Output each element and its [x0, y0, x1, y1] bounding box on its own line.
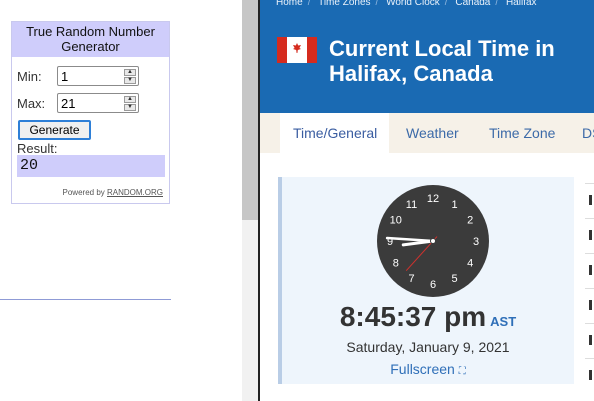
tab-weather[interactable]: Weather — [406, 113, 459, 153]
time-value: 8:45:37 pm — [339, 301, 487, 332]
analog-clock: 12 1234567891011 — [377, 185, 489, 297]
min-label: Min: — [17, 69, 42, 84]
clock-number: 7 — [408, 273, 414, 285]
result-value: 20 — [17, 155, 165, 177]
min-up-icon[interactable]: ▲ — [124, 69, 136, 76]
world-clock-panel: Home / Time Zones / World Clock / Canada / H… — [258, 0, 594, 401]
clock-number: 2 — [467, 215, 473, 227]
result-label: Result: — [17, 141, 58, 156]
list-item[interactable] — [585, 183, 594, 218]
digital-time: 8:45:37 pm AST — [282, 301, 574, 333]
max-spinner[interactable]: ▲ ▼ — [57, 93, 139, 113]
list-item[interactable] — [585, 288, 594, 323]
tab-time-zone[interactable]: Time Zone — [489, 113, 555, 153]
powered-by: Powered by RANDOM.ORG — [63, 188, 163, 197]
clock-number: 11 — [406, 199, 417, 211]
list-item[interactable] — [585, 218, 594, 253]
breadcrumb-time-zones[interactable]: Time Zones — [318, 0, 370, 8]
list-item[interactable] — [585, 323, 594, 358]
max-input[interactable] — [61, 95, 121, 111]
powered-by-text: Powered by — [62, 188, 105, 197]
fullscreen-label[interactable]: Fullscreen — [390, 361, 455, 377]
max-up-icon[interactable]: ▲ — [124, 96, 136, 103]
tab-bar: Time/General Weather Time Zone DST — [260, 113, 594, 153]
tab-time-general[interactable]: Time/General — [280, 113, 389, 153]
random-number-widget: True Random Number Generator Min: ▲ ▼ Ma… — [11, 21, 170, 204]
min-spinner[interactable]: ▲ ▼ — [57, 66, 139, 86]
breadcrumb-world-clock[interactable]: World Clock — [386, 0, 440, 8]
min-down-icon[interactable]: ▼ — [124, 77, 136, 84]
clock-number: 3 — [473, 236, 479, 248]
canada-flag-icon — [277, 37, 317, 63]
max-label: Max: — [17, 96, 46, 111]
breadcrumb-home[interactable]: Home — [276, 0, 303, 8]
page-title: Current Local Time in Halifax, Canada — [329, 36, 555, 86]
max-down-icon[interactable]: ▼ — [124, 104, 136, 111]
clock-number: 12 — [427, 193, 439, 205]
min-input[interactable] — [61, 68, 121, 84]
clock-number: 4 — [467, 258, 473, 270]
divider-line — [0, 299, 171, 300]
clock-center — [430, 238, 436, 244]
tab-dst[interactable]: DST — [582, 113, 594, 153]
breadcrumb-halifax[interactable]: Halifax — [506, 0, 537, 8]
clock-number: 5 — [451, 273, 457, 285]
clock-card: 12 1 2 3 4 5 6 7 8 9 10 11 8:45:37 pm AST Saturday, … — [278, 177, 574, 384]
max-stepper[interactable]: ▲ ▼ — [124, 96, 136, 111]
random-org-link[interactable]: RANDOM.ORG — [107, 188, 163, 197]
clock-number: 6 — [430, 279, 436, 291]
list-item[interactable] — [585, 358, 594, 393]
breadcrumb: Home / Time Zones / World Clock / Canada / H… — [276, 0, 537, 8]
breadcrumb-canada[interactable]: Canada — [455, 0, 490, 8]
clock-number: 1 — [451, 199, 457, 211]
timezone-abbr[interactable]: AST — [490, 314, 516, 329]
generate-button[interactable]: Generate — [18, 120, 91, 140]
date-value: Saturday, January 9, 2021 — [346, 339, 510, 355]
list-item[interactable] — [585, 253, 594, 288]
clock-number: 8 — [393, 258, 399, 270]
fullscreen-icon[interactable]: ⛶ — [459, 366, 466, 377]
widget-title: True Random Number Generator — [12, 22, 169, 57]
min-stepper[interactable]: ▲ ▼ — [124, 69, 136, 84]
fullscreen-link[interactable]: Fullscreen ⛶ — [282, 361, 574, 377]
side-list — [585, 183, 594, 401]
header-bar: Home / Time Zones / World Clock / Canada / H… — [260, 0, 594, 113]
clock-number: 10 — [390, 215, 402, 227]
